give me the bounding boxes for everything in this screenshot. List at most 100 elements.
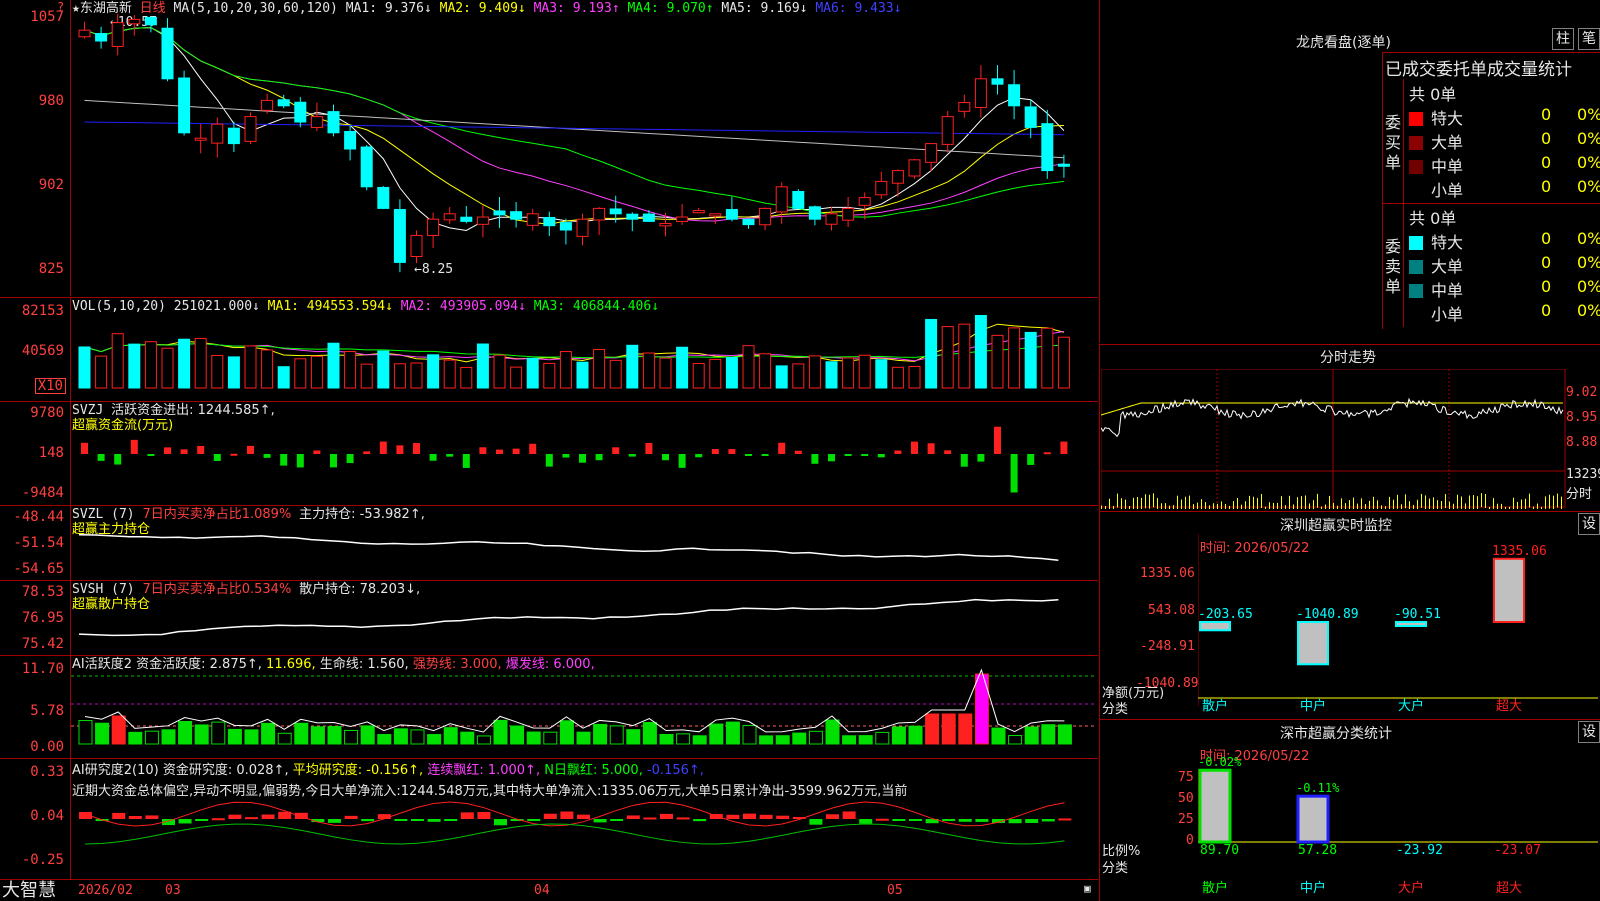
ai-active-bar <box>360 725 375 745</box>
candle <box>476 216 489 225</box>
ai-active-bar <box>908 725 923 745</box>
candles <box>78 14 1070 273</box>
candle <box>1041 123 1054 172</box>
sz-monitor-settings-button[interactable]: 设 <box>1578 513 1600 535</box>
volume-bar <box>344 351 357 389</box>
tick-mode-button[interactable]: 笔 <box>1578 28 1600 50</box>
row-pct: 0% <box>1577 153 1600 172</box>
ai-research-y-label: 0.04 <box>30 808 64 824</box>
sz-monitor-category: 散户 <box>1202 698 1228 714</box>
candle <box>1008 84 1021 107</box>
sz-monitor-value-label: -203.65 <box>1198 607 1253 622</box>
sz-monitor-chart[interactable]: -203.65 散户 -1040.89 中户 -90.51 大户 1335.06 超大 <box>1198 534 1598 714</box>
ai-research-bar <box>593 819 607 823</box>
intraday-vol-bar <box>1393 499 1394 509</box>
candle <box>410 234 423 258</box>
sz-monitor-value-label: -1040.89 <box>1296 607 1359 622</box>
sz-monitor-value-label: -90.51 <box>1394 607 1441 622</box>
svzj-bar <box>496 449 503 454</box>
ai-research-bar <box>942 819 956 821</box>
ai-active-bar <box>95 722 110 745</box>
sz-class-y-label: 75 <box>1178 770 1194 785</box>
svzj-bar <box>877 454 885 458</box>
volume-bar <box>493 354 506 389</box>
svzl-chart[interactable] <box>71 506 1097 578</box>
bar-mode-button[interactable]: 柱 <box>1552 28 1574 50</box>
intraday-vol-bar <box>1477 496 1478 509</box>
sz-class-category: 大户 <box>1398 880 1424 896</box>
ai-active-bar <box>393 728 408 745</box>
ai-active-bar <box>875 731 890 745</box>
sz-class-bar <box>1198 768 1232 844</box>
ai-active-chart[interactable] <box>71 656 1097 756</box>
intraday-vol-bar <box>1165 503 1166 509</box>
candle <box>460 216 473 222</box>
ai-active-bar <box>709 723 724 745</box>
candle <box>792 191 805 209</box>
ai-active-bar <box>808 730 823 745</box>
volume-bar <box>808 355 821 389</box>
intraday-vol-bar <box>1273 502 1274 509</box>
intraday-title: 分时走势 <box>1320 350 1376 366</box>
volume-ma-line <box>84 323 1065 363</box>
sz-class-chart[interactable]: -0.02% 89.70 散户 -0.11% 57.28 中户 -23.92 大户 -23.07… <box>1198 730 1598 900</box>
svzj-bar <box>811 454 819 464</box>
sz-class-value-label: -23.07 <box>1494 843 1541 858</box>
candlestick-chart[interactable] <box>71 14 1097 294</box>
svzj-bar <box>711 449 719 454</box>
color-swatch <box>1409 112 1423 126</box>
ai-research-line <box>84 801 1065 827</box>
svzj-bar <box>861 454 869 456</box>
volume-bar <box>825 361 838 389</box>
intraday-vol-bar <box>1537 503 1538 509</box>
ai-active-bars <box>78 673 1072 745</box>
svzj-bar <box>330 454 337 468</box>
svsh-chart[interactable] <box>71 581 1097 653</box>
svzj-bar <box>346 454 354 464</box>
intraday-vol-bar <box>1461 496 1462 509</box>
intraday-y-label: 8.88 <box>1566 435 1598 450</box>
ai-research-bar <box>958 819 972 822</box>
svzl-y-label: -54.65 <box>13 561 64 577</box>
volume-chart[interactable] <box>71 310 1097 400</box>
svzj-bar <box>130 439 138 454</box>
ai-active-bar <box>543 731 558 745</box>
row-label: 特大 <box>1431 233 1464 252</box>
dragon-row: 小单 0 0% <box>1409 301 1600 324</box>
ai-research-bar <box>128 815 142 819</box>
volume-bar <box>227 356 240 389</box>
alert-icon[interactable]: ? <box>57 0 64 14</box>
intraday-vol-bar <box>1529 493 1530 508</box>
svsh-y-axis: 78.53 76.95 75.42 <box>0 581 71 655</box>
candle <box>393 209 406 263</box>
candle <box>858 197 871 206</box>
svzj-bar <box>164 447 171 454</box>
intraday-chart[interactable] <box>1101 369 1566 509</box>
dragon-panel: 龙虎看盘(逐单) 柱 笔 已成交委托单成交量统计 委买单 共 0单 特大 0 0% 大… <box>1099 0 1600 343</box>
color-swatch <box>1409 136 1423 150</box>
dragon-row: 中单 0 0% <box>1409 277 1600 300</box>
ai-active-bar <box>277 732 292 745</box>
intraday-vol-bar <box>1169 505 1170 509</box>
row-pct: 0% <box>1577 129 1600 148</box>
volume-bar <box>211 354 224 389</box>
volume-bar <box>327 342 340 389</box>
candle <box>510 211 523 220</box>
ai-research-chart[interactable] <box>71 759 1097 877</box>
ai-research-bar <box>460 812 474 819</box>
ai-active-bar <box>327 726 342 745</box>
intraday-vol-bar <box>1385 506 1386 509</box>
row-pct: 0% <box>1577 253 1600 272</box>
ai-active-bar <box>344 729 359 745</box>
sz-monitor-value-label: 1335.06 <box>1492 544 1547 559</box>
lock-icon[interactable]: ▣ <box>1084 882 1091 895</box>
sell-total: 共 0单 <box>1409 209 1457 228</box>
intraday-vol-bar <box>1429 498 1430 509</box>
dragon-row: 中单 0 0% <box>1409 153 1600 176</box>
intraday-vol-bar <box>1541 506 1542 509</box>
buy-total: 共 0单 <box>1409 85 1457 104</box>
dragon-row: 大单 0 0% <box>1409 129 1600 152</box>
sz-monitor-y-label: 543.08 <box>1148 603 1195 618</box>
svzj-chart[interactable] <box>71 402 1097 502</box>
sz-monitor-panel: 深圳超赢实时监控 设 时间: 2026/05/22 1335.06 543.08… <box>1099 511 1600 719</box>
